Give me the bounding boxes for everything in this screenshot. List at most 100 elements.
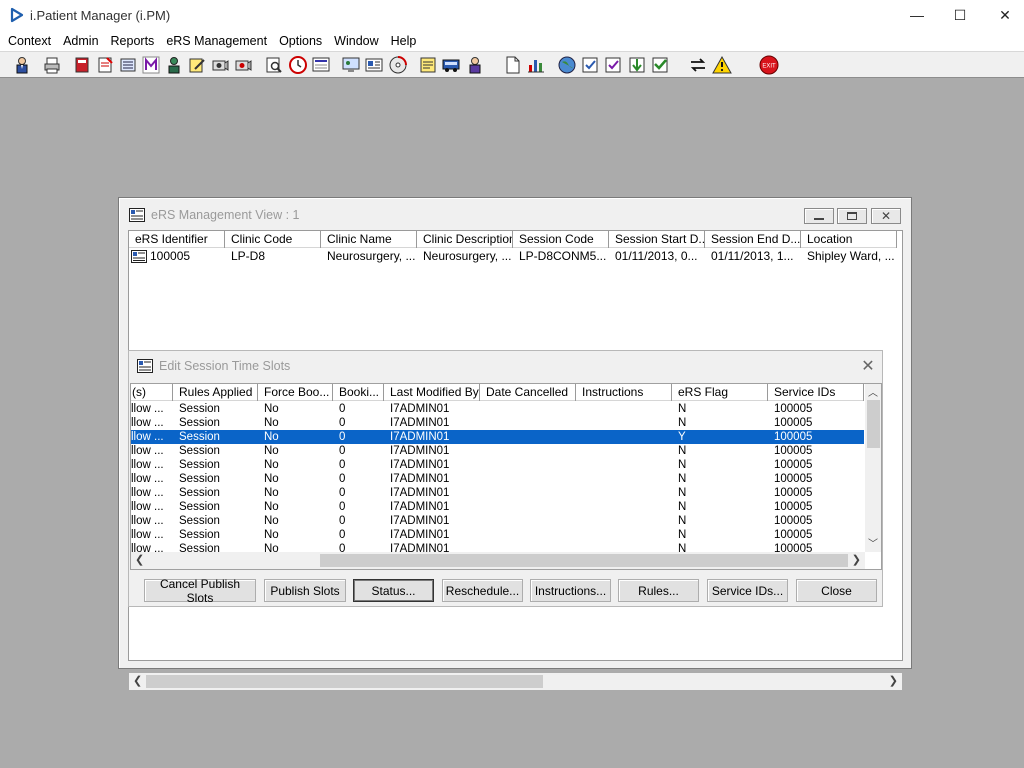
close-dialog-button[interactable]: Close [796, 579, 877, 602]
col-force-booking[interactable]: Force Boo... [258, 384, 333, 401]
scroll-thumb[interactable] [146, 675, 543, 688]
table-row[interactable]: llow ... Session No 0 I7ADMIN01 N 100005 [131, 500, 864, 514]
warning-icon[interactable] [712, 55, 732, 75]
table-row[interactable]: llow ... Session No 0 I7ADMIN01 Y 100005 [131, 430, 864, 444]
scroll-right-icon[interactable]: ❯ [852, 553, 861, 566]
swap-icon[interactable] [688, 55, 708, 75]
document-icon[interactable] [503, 55, 523, 75]
cell-last-modified-by: I7ADMIN01 [390, 501, 450, 513]
service-ids-button[interactable]: Service IDs... [707, 579, 788, 602]
cell-force-booking: No [264, 529, 279, 541]
scroll-up-icon[interactable]: ︿ [868, 384, 878, 399]
camera-icon[interactable] [210, 55, 230, 75]
status-button[interactable]: Status... [353, 579, 434, 602]
menu-reports[interactable]: Reports [105, 34, 161, 48]
col-ers-identifier[interactable]: eRS Identifier [129, 231, 225, 248]
chart-icon[interactable] [526, 55, 546, 75]
scroll-left-icon[interactable]: ❮ [133, 674, 142, 687]
slots-vertical-scrollbar[interactable]: ︿ ﹀ [865, 384, 881, 552]
cell-ers-flag: N [678, 487, 687, 499]
col-bookings[interactable]: Booki... [333, 384, 384, 401]
col-session-code[interactable]: Session Code [513, 231, 609, 248]
col-session-end[interactable]: Session End D... [705, 231, 801, 248]
col-service-ids[interactable]: Service IDs [768, 384, 864, 401]
card-icon[interactable] [364, 55, 384, 75]
scroll-down-icon[interactable]: ﹀ [868, 535, 878, 550]
check-doc2-icon[interactable] [603, 55, 623, 75]
col-date-cancelled[interactable]: Date Cancelled [480, 384, 576, 401]
col-s[interactable]: (s) [131, 384, 173, 401]
scroll-right-icon[interactable]: ❯ [889, 674, 898, 687]
globe-icon[interactable] [557, 55, 577, 75]
ers-minimize-button[interactable] [804, 208, 834, 224]
patient-icon[interactable] [12, 55, 32, 75]
table-row[interactable]: llow ... Session No 0 I7ADMIN01 N 100005 [131, 416, 864, 430]
col-clinic-code[interactable]: Clinic Code [225, 231, 321, 248]
notepad-icon[interactable] [418, 55, 438, 75]
monitor-icon[interactable] [341, 55, 361, 75]
search-doc-icon[interactable] [264, 55, 284, 75]
bus-icon[interactable] [441, 55, 461, 75]
window-list-icon [137, 359, 153, 373]
list-icon[interactable] [118, 55, 138, 75]
menu-admin[interactable]: Admin [57, 34, 104, 48]
col-ers-flag[interactable]: eRS Flag [672, 384, 768, 401]
instructions-button[interactable]: Instructions... [530, 579, 611, 602]
ers-close-button[interactable]: ✕ [871, 208, 901, 224]
arrow-check-icon[interactable] [650, 55, 670, 75]
person-icon[interactable] [164, 55, 184, 75]
col-rules-applied[interactable]: Rules Applied [173, 384, 258, 401]
cell-s: llow ... [131, 445, 164, 457]
slots-close-icon[interactable]: ✕ [858, 356, 878, 376]
col-clinic-name[interactable]: Clinic Name [321, 231, 417, 248]
rules-button[interactable]: Rules... [618, 579, 699, 602]
cell-rules-applied: Session [179, 403, 220, 415]
printer-icon[interactable] [42, 55, 62, 75]
book-icon[interactable] [72, 55, 92, 75]
notes-icon[interactable] [95, 55, 115, 75]
scroll-left-icon[interactable]: ❮ [135, 553, 144, 566]
menu-ers-management[interactable]: eRS Management [160, 34, 273, 48]
letter-m-icon[interactable] [141, 55, 161, 75]
cd-icon[interactable] [388, 55, 408, 75]
close-button[interactable]: ✕ [982, 0, 1024, 30]
table-row[interactable]: llow ... Session No 0 I7ADMIN01 N 100005 [131, 528, 864, 542]
reschedule-button[interactable]: Reschedule... [442, 579, 523, 602]
table-row[interactable]: llow ... Session No 0 I7ADMIN01 N 100005 [131, 486, 864, 500]
clock-icon[interactable] [288, 55, 308, 75]
col-session-start[interactable]: Session Start D... [609, 231, 705, 248]
col-instructions[interactable]: Instructions [576, 384, 672, 401]
cancel-publish-slots-button[interactable]: Cancel Publish Slots [144, 577, 256, 605]
col-clinic-description[interactable]: Clinic Description [417, 231, 513, 248]
slots-horizontal-scrollbar[interactable]: ❮ ❯ [131, 552, 865, 569]
menu-options[interactable]: Options [273, 34, 328, 48]
cell-force-booking: No [264, 473, 279, 485]
minimize-button[interactable]: — [894, 0, 940, 30]
cell-bookings: 0 [339, 529, 346, 541]
arrow-down-icon[interactable] [627, 55, 647, 75]
cell-ers-flag: N [678, 445, 687, 457]
menu-context[interactable]: Context [2, 34, 57, 48]
publish-slots-button[interactable]: Publish Slots [264, 579, 346, 602]
table-row[interactable]: 100005 LP-D8 Neurosurgery, ... Neurosurg… [129, 248, 897, 265]
table-row[interactable]: llow ... Session No 0 I7ADMIN01 N 100005 [131, 472, 864, 486]
table-row[interactable]: llow ... Session No 0 I7ADMIN01 N 100005 [131, 402, 864, 416]
camera2-icon[interactable] [233, 55, 253, 75]
check-doc-icon[interactable] [580, 55, 600, 75]
edit-icon[interactable] [187, 55, 207, 75]
col-last-modified-by[interactable]: Last Modified By [384, 384, 480, 401]
ers-horizontal-scrollbar[interactable]: ❮ ❯ [129, 673, 902, 690]
transfer-icon[interactable] [465, 55, 485, 75]
scroll-thumb[interactable] [320, 554, 848, 567]
col-location[interactable]: Location [801, 231, 897, 248]
menu-help[interactable]: Help [385, 34, 423, 48]
table-row[interactable]: llow ... Session No 0 I7ADMIN01 N 100005 [131, 458, 864, 472]
ers-restore-button[interactable] [837, 208, 867, 224]
scroll-thumb[interactable] [867, 400, 880, 448]
table-row[interactable]: llow ... Session No 0 I7ADMIN01 N 100005 [131, 514, 864, 528]
exit-icon[interactable]: EXIT [759, 55, 779, 75]
screen-icon[interactable] [311, 55, 331, 75]
table-row[interactable]: llow ... Session No 0 I7ADMIN01 N 100005 [131, 444, 864, 458]
menu-window[interactable]: Window [328, 34, 384, 48]
maximize-button[interactable]: ☐ [937, 0, 983, 30]
